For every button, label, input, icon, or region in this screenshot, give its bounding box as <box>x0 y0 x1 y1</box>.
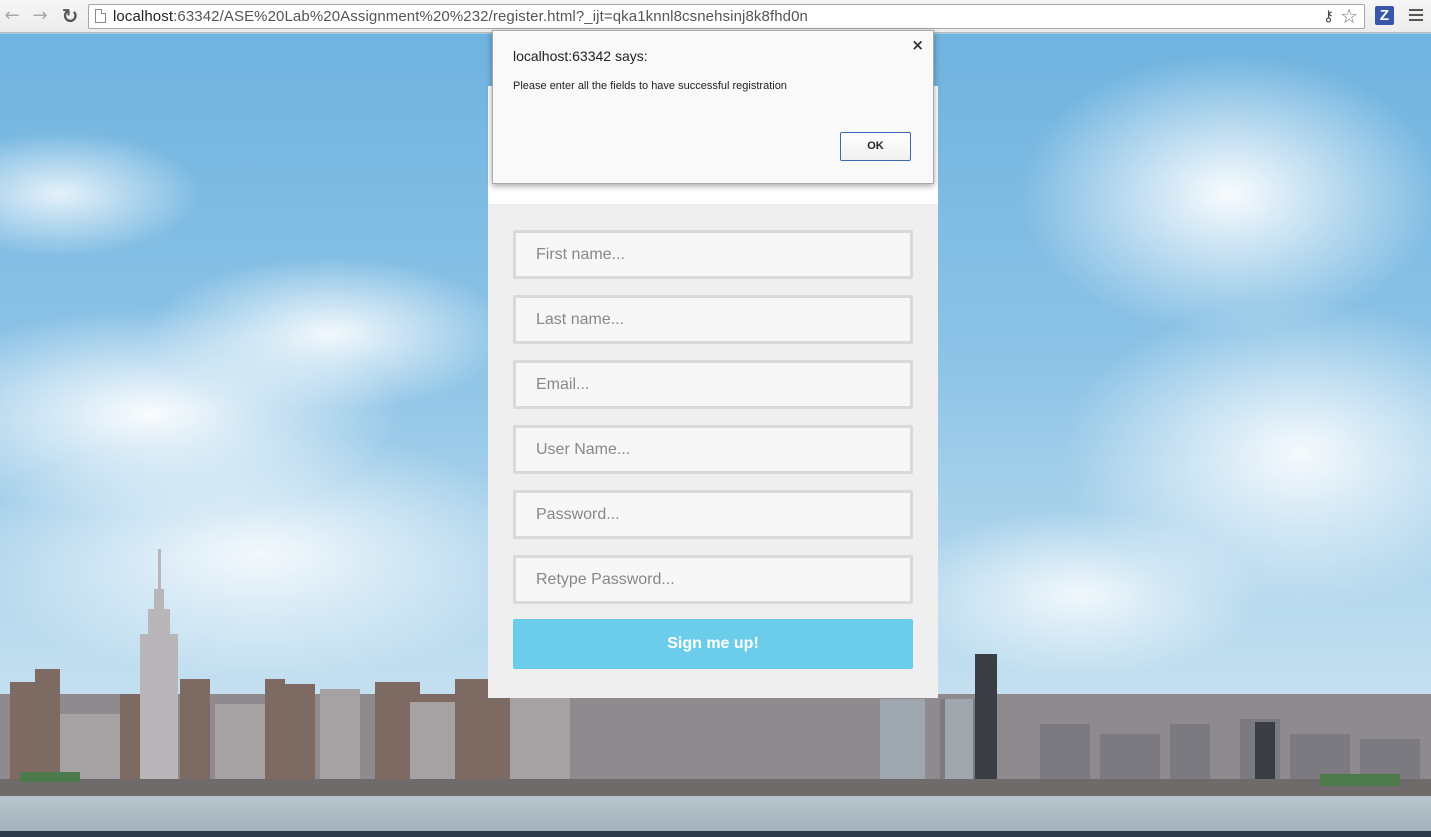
alert-dialog: localhost:63342 says: × Please enter all… <box>492 30 934 184</box>
dialog-title: localhost:63342 says: <box>513 48 648 64</box>
star-icon[interactable]: ☆ <box>1340 4 1358 28</box>
url-path: :63342/ASE%20Lab%20Assignment%20%232/reg… <box>173 8 808 25</box>
page-icon <box>95 9 106 23</box>
browser-toolbar: ← → ↻ localhost:63342/ASE%20Lab%20Assign… <box>0 0 1431 33</box>
key-icon[interactable]: ⚷ <box>1323 7 1334 25</box>
ok-button[interactable]: OK <box>840 132 911 161</box>
extension-z-icon[interactable]: Z <box>1375 6 1394 25</box>
retype-password-field[interactable] <box>513 555 913 604</box>
hamburger-menu-icon[interactable] <box>1409 9 1423 23</box>
email-field[interactable] <box>513 360 913 409</box>
dialog-message: Please enter all the fields to have succ… <box>513 80 787 92</box>
taskbar <box>0 831 1431 837</box>
url-host: localhost <box>113 8 174 25</box>
last-name-field[interactable] <box>513 295 913 344</box>
back-arrow-icon[interactable]: ← <box>0 4 24 28</box>
password-field[interactable] <box>513 490 913 539</box>
address-bar[interactable]: localhost:63342/ASE%20Lab%20Assignment%2… <box>88 4 1365 29</box>
first-name-field[interactable] <box>513 230 913 279</box>
sign-up-button[interactable]: Sign me up! <box>513 619 913 669</box>
username-field[interactable] <box>513 425 913 474</box>
forward-arrow-icon[interactable]: → <box>28 4 52 28</box>
url-text[interactable]: localhost:63342/ASE%20Lab%20Assignment%2… <box>113 8 808 25</box>
close-icon[interactable]: × <box>911 36 924 54</box>
reload-icon[interactable]: ↻ <box>58 4 82 28</box>
